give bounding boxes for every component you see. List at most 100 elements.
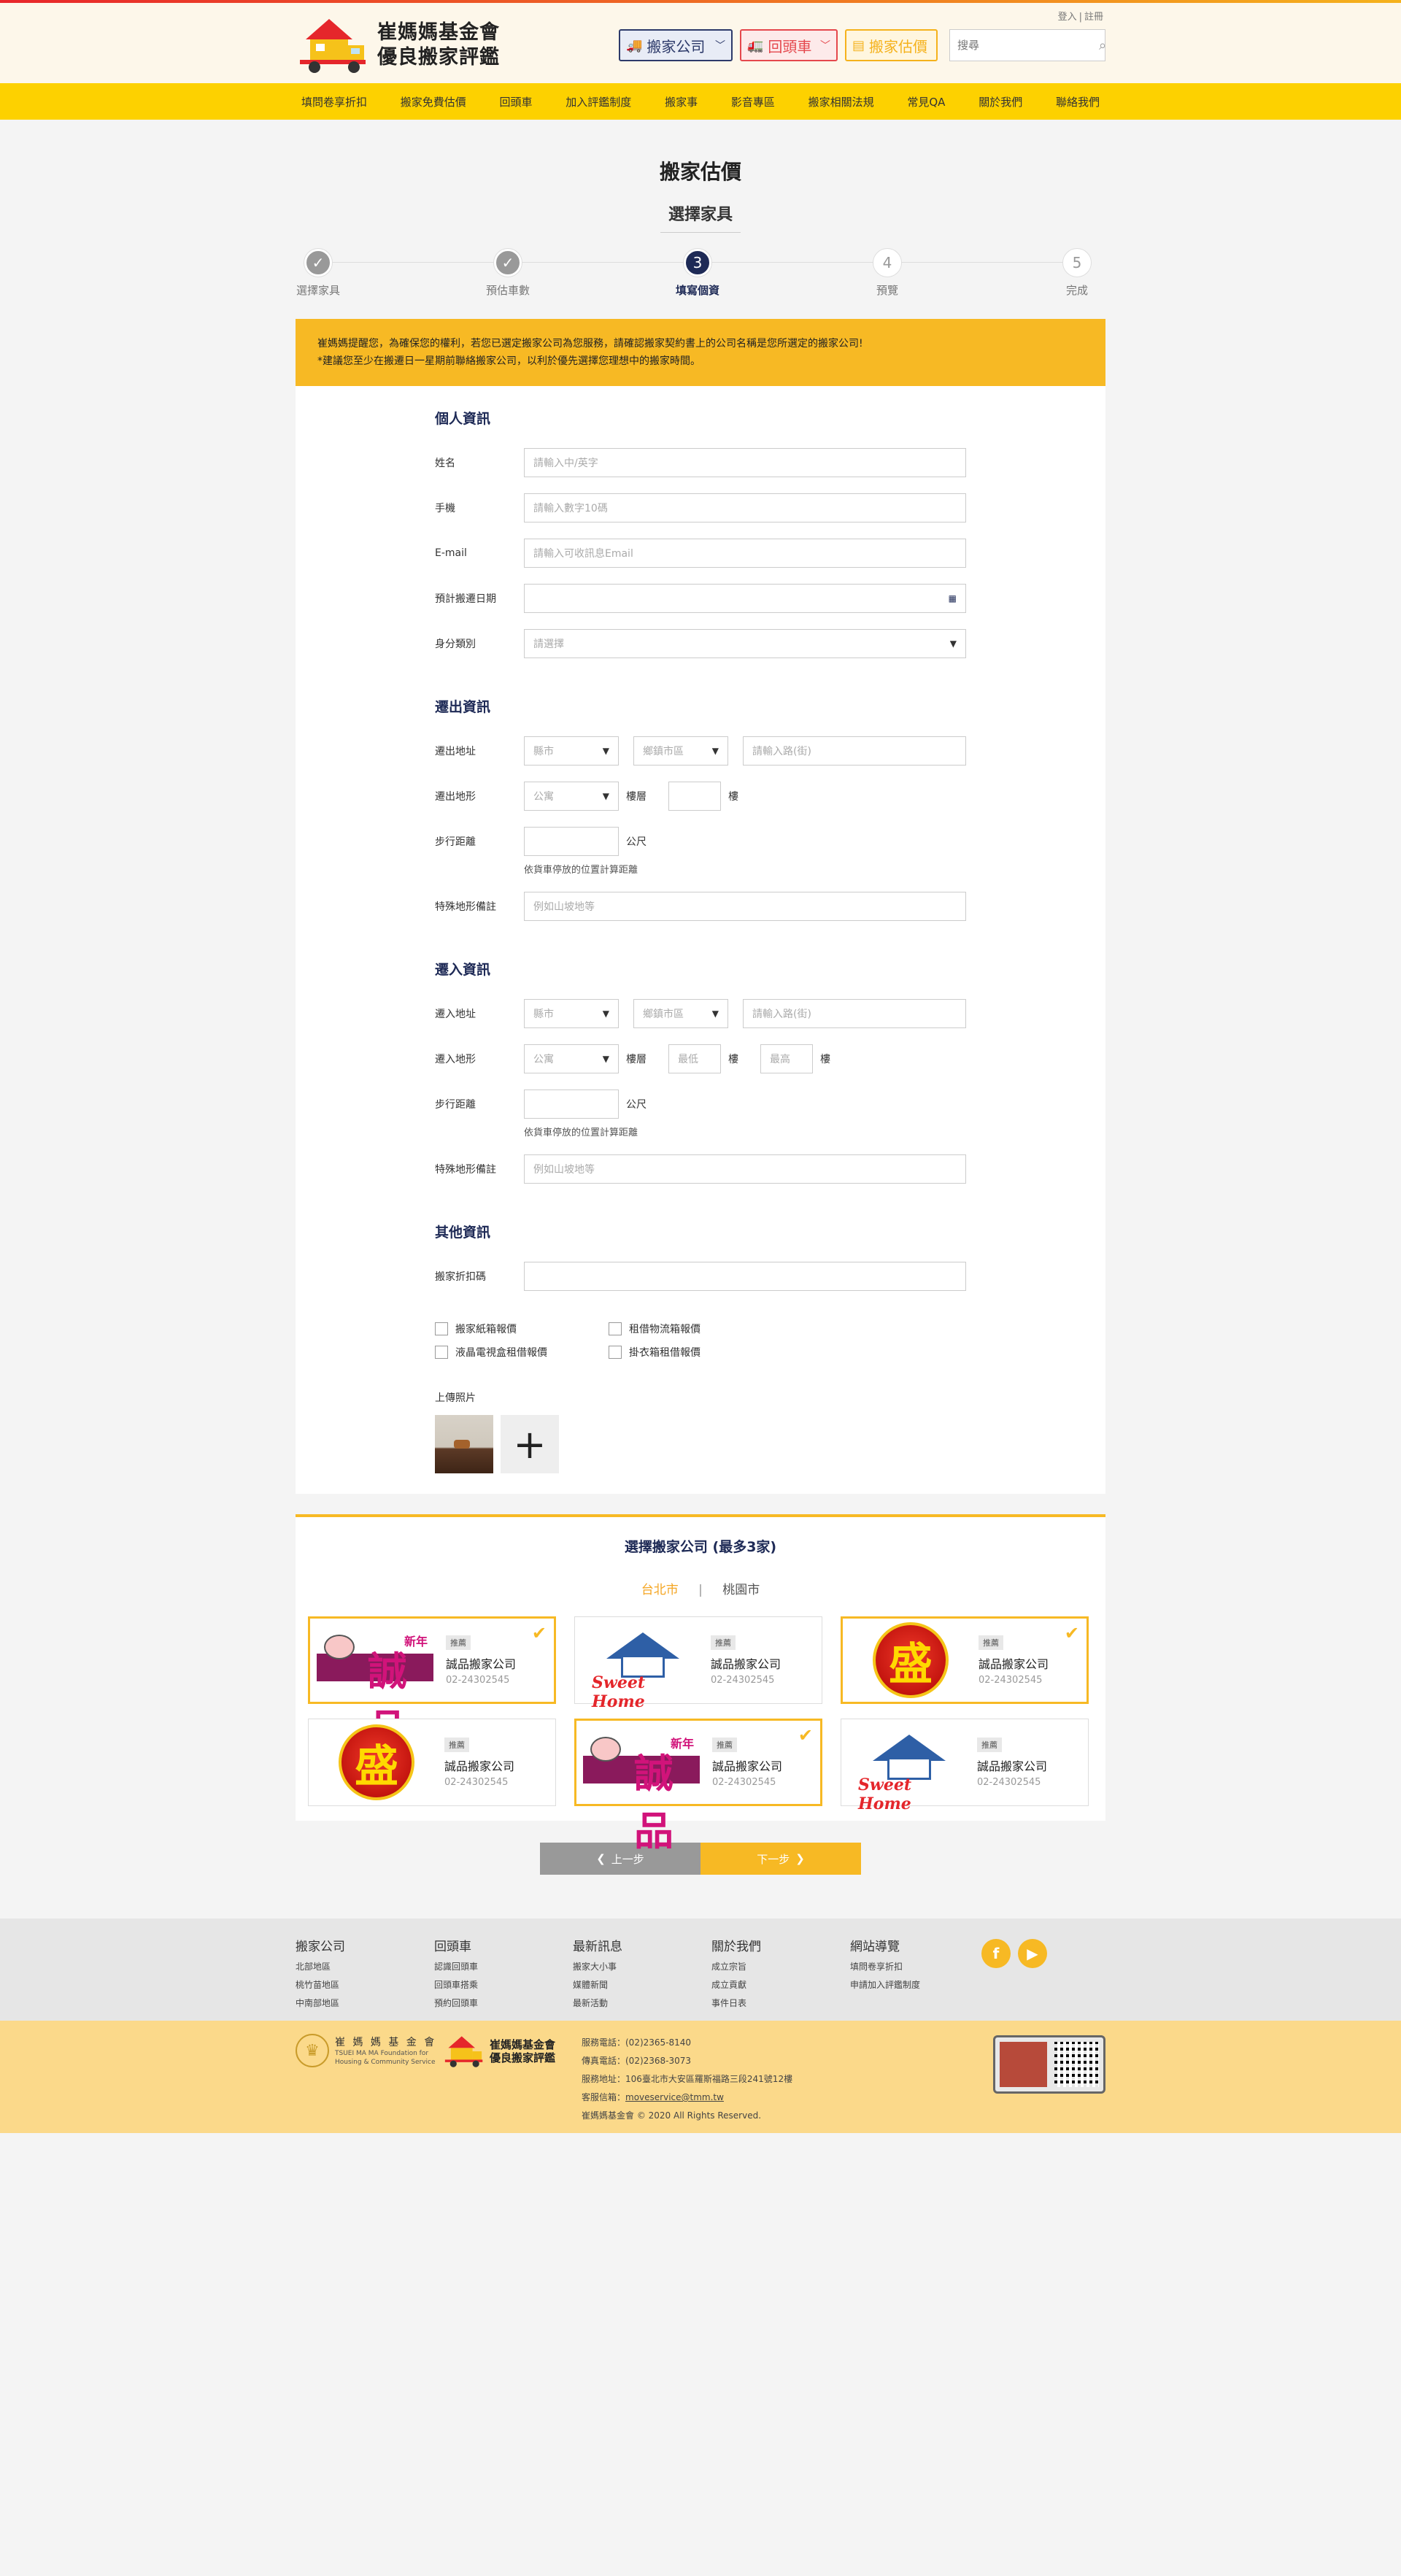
movein-district-select[interactable]: 鄉鎮市區 ▼: [633, 999, 728, 1028]
site-logo[interactable]: 崔媽媽基金會 優良搬家評鑑: [296, 15, 500, 76]
movein-road-input[interactable]: 請輸入路(街): [743, 999, 966, 1028]
company-card[interactable]: Sweet Home 推薦 誠品搬家公司 02-24302545: [574, 1616, 822, 1711]
movein-terrain-select[interactable]: 公寓 ▼: [524, 1044, 619, 1073]
foundation-logo[interactable]: ♛ 崔 媽 媽 基 金 會 TSUEI MA MA Foundation for…: [296, 2034, 436, 2067]
moveout-special-input[interactable]: 例如山坡地等: [524, 892, 966, 921]
checkbox[interactable]: [609, 1322, 622, 1335]
footer-link[interactable]: 事件日表: [711, 1997, 850, 2009]
truck-illustration-icon: [1000, 2042, 1047, 2087]
next-step-button[interactable]: 下一步 ❯: [700, 1843, 861, 1875]
moveout-district-select[interactable]: 鄉鎮市區 ▼: [633, 736, 728, 766]
nav-item-faq[interactable]: 常見QA: [907, 94, 945, 109]
tab-taipei[interactable]: 台北市: [641, 1583, 679, 1597]
name-input[interactable]: 請輸入中/英字: [524, 448, 966, 477]
logo-title-line1: 崔媽媽基金會: [377, 21, 500, 44]
footer-link[interactable]: 中南部地區: [296, 1997, 434, 2009]
moveout-floor-input[interactable]: [668, 782, 721, 811]
footer-col-title[interactable]: 最新訊息: [573, 1936, 711, 1954]
notice-line2: *建議您至少在搬遷日一星期前聯絡搬家公司，以利於優先選擇您理想中的搬家時間。: [317, 355, 700, 367]
checkbox[interactable]: [435, 1346, 448, 1359]
phone-input[interactable]: 請輸入數字10碼: [524, 493, 966, 522]
nav-item-videos[interactable]: 影音專區: [731, 94, 775, 109]
chevron-down-icon: ▼: [602, 746, 609, 756]
company-card[interactable]: 誠品新年 推薦 誠品搬家公司 02-24302545 ✔: [574, 1719, 822, 1854]
footer-link[interactable]: 填問卷享折扣: [850, 1960, 989, 1973]
footer-col-title[interactable]: 回頭車: [434, 1936, 573, 1954]
email-input[interactable]: 請輸入可收訊息Email: [524, 539, 966, 568]
checkbox[interactable]: [435, 1322, 448, 1335]
moveout-road-input[interactable]: 請輸入路(街): [743, 736, 966, 766]
foundation-en-line1: TSUEI MA MA Foundation for: [335, 2050, 429, 2057]
youtube-icon[interactable]: ▶: [1018, 1939, 1047, 1968]
nav-item-free-estimate[interactable]: 搬家免費估價: [401, 94, 466, 109]
footer-link[interactable]: 北部地區: [296, 1960, 434, 1973]
company-phone: 02-24302545: [712, 1777, 776, 1788]
chevron-down-icon: ▼: [602, 1054, 609, 1064]
checkbox[interactable]: [609, 1346, 622, 1359]
search-input[interactable]: [957, 39, 1099, 52]
footer-site-logo[interactable]: 崔媽媽基金會 優良搬家評鑑: [441, 2034, 555, 2069]
footer-link[interactable]: 回頭車搭乘: [434, 1978, 573, 1991]
calendar-icon[interactable]: ▦: [949, 593, 957, 603]
service-email-link[interactable]: moveservice@tmm.tw: [625, 2092, 724, 2102]
identity-select[interactable]: 請選擇 ▼: [524, 629, 966, 658]
footer-link[interactable]: 成立貢獻: [711, 1978, 850, 1991]
nav-item-moving-news[interactable]: 搬家事: [665, 94, 698, 109]
city-tabs: 台北市 | 桃園市: [296, 1579, 1105, 1597]
select-value: 鄉鎮市區: [643, 746, 684, 757]
discount-code-input[interactable]: [524, 1262, 966, 1291]
movein-floor-min-input[interactable]: 最低: [668, 1044, 721, 1073]
estimate-button[interactable]: ▤ 搬家估價: [845, 29, 938, 61]
footer-col-title[interactable]: 網站導覽: [850, 1936, 989, 1954]
register-link[interactable]: 註冊: [1084, 12, 1103, 23]
footer-col-title[interactable]: 關於我們: [711, 1936, 850, 1954]
checkbox-wardrobe-box-quote[interactable]: 掛衣箱租借報價: [609, 1345, 782, 1360]
company-phone: 02-24302545: [979, 1675, 1043, 1686]
checkbox-logistics-box-quote[interactable]: 租借物流箱報價: [609, 1322, 782, 1336]
company-card[interactable]: 盛 推薦 誠品搬家公司 02-24302545 ✔: [841, 1616, 1089, 1704]
company-card[interactable]: Sweet Home 推薦 誠品搬家公司 02-24302545: [841, 1719, 1089, 1813]
company-phone: 02-24302545: [444, 1777, 509, 1788]
checkbox-tv-box-quote[interactable]: 液晶電視盒租借報價: [435, 1345, 609, 1360]
checkbox-carton-quote[interactable]: 搬家紙箱報價: [435, 1322, 609, 1336]
qr-code-card[interactable]: [993, 2035, 1105, 2094]
company-card[interactable]: 誠品新年 推薦 誠品搬家公司 02-24302545 ✔: [308, 1616, 556, 1752]
movein-walk-input[interactable]: [524, 1090, 619, 1119]
nav-item-survey[interactable]: 填問卷享折扣: [301, 94, 367, 109]
add-photo-plus-icon[interactable]: +: [501, 1415, 559, 1473]
footer-link[interactable]: 成立宗旨: [711, 1960, 850, 1973]
company-select-panel: 選擇搬家公司 (最多3家) 台北市 | 桃園市 誠品新年 推薦 誠品搬家公司 0…: [296, 1514, 1105, 1854]
movers-dropdown-button[interactable]: 🚚 搬家公司 ﹀: [619, 29, 733, 61]
search-icon[interactable]: ⌕: [1099, 38, 1106, 53]
return-truck-dropdown-button[interactable]: 🚛 回頭車 ﹀: [740, 29, 838, 61]
nav-item-return-truck[interactable]: 回頭車: [500, 94, 533, 109]
walk-unit: 公尺: [626, 836, 647, 848]
tab-taoyuan[interactable]: 桃園市: [722, 1583, 760, 1597]
movein-city-select[interactable]: 縣市 ▼: [524, 999, 619, 1028]
discount-code-label: 搬家折扣碼: [435, 1271, 486, 1283]
nav-item-laws[interactable]: 搬家相關法規: [808, 94, 874, 109]
footer-link[interactable]: 搬家大小事: [573, 1960, 711, 1973]
movein-floor-max-input[interactable]: 最高: [760, 1044, 813, 1073]
moveout-walk-input[interactable]: [524, 827, 619, 856]
nav-item-join[interactable]: 加入評鑑制度: [566, 94, 631, 109]
step-number: 4: [873, 249, 901, 277]
footer-link[interactable]: 認識回頭車: [434, 1960, 573, 1973]
uploaded-photo-thumbnail[interactable]: [435, 1415, 493, 1473]
footer-link[interactable]: 最新活動: [573, 1997, 711, 2009]
footer-link[interactable]: 桃竹苗地區: [296, 1978, 434, 1991]
footer-link[interactable]: 預約回頭車: [434, 1997, 573, 2009]
footer-link[interactable]: 申請加入評鑑制度: [850, 1978, 989, 1991]
extra-quote-options: 搬家紙箱報價 租借物流箱報價 液晶電視盒租借報價 掛衣箱租借報價: [435, 1322, 966, 1360]
footer-col-title[interactable]: 搬家公司: [296, 1936, 434, 1954]
nav-item-about[interactable]: 關於我們: [979, 94, 1022, 109]
facebook-icon[interactable]: f: [981, 1939, 1011, 1968]
moveout-city-select[interactable]: 縣市 ▼: [524, 736, 619, 766]
nav-item-contact[interactable]: 聯絡我們: [1056, 94, 1100, 109]
move-date-input[interactable]: ▦: [524, 584, 966, 613]
company-card[interactable]: 盛 推薦 誠品搬家公司 02-24302545: [308, 1719, 556, 1806]
footer-link[interactable]: 媒體新聞: [573, 1978, 711, 1991]
moveout-terrain-select[interactable]: 公寓 ▼: [524, 782, 619, 811]
login-link[interactable]: 登入: [1058, 12, 1077, 23]
movein-special-input[interactable]: 例如山坡地等: [524, 1154, 966, 1184]
